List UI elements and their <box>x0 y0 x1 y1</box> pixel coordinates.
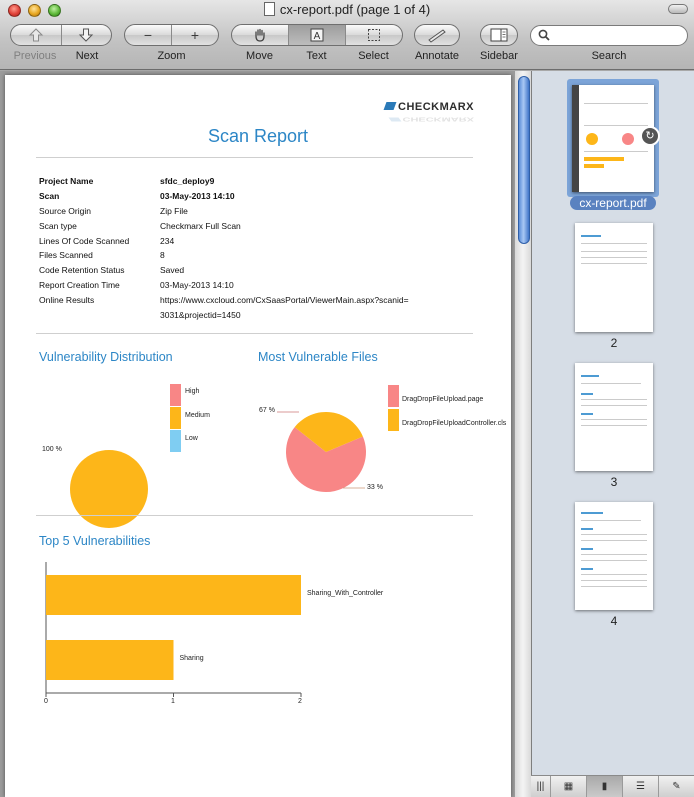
annotate-button[interactable] <box>414 24 460 46</box>
tool-mode-control: A <box>231 24 403 46</box>
page-thumbnail-4[interactable] <box>575 502 653 610</box>
pdf-page: CHECKMARX CHECKMARX Scan Report Project … <box>5 75 511 797</box>
move-label: Move <box>246 50 273 62</box>
select-label: Select <box>358 50 389 62</box>
toolbar: cx-report.pdf (page 1 of 4) Previous Nex… <box>0 0 694 70</box>
thumb-label-4: 4 <box>610 614 618 628</box>
plus-icon: + <box>190 27 200 43</box>
annotate-button-face <box>415 25 459 45</box>
thumb-binding <box>572 85 579 192</box>
hand-icon <box>255 28 265 42</box>
bar <box>46 575 301 615</box>
page-thumbnail-2[interactable] <box>575 223 653 332</box>
marquee-select-icon <box>368 29 380 41</box>
window-title: cx-report.pdf (page 1 of 4) <box>0 2 694 17</box>
vertical-scrollbar[interactable] <box>514 71 531 797</box>
previous-button[interactable] <box>11 25 62 45</box>
thumbnail-sidebar: ↻ cx-report.pdf 2 3 4 <box>531 71 694 775</box>
pdf-document-icon <box>263 2 275 16</box>
document-view[interactable]: CHECKMARX CHECKMARX Scan Report Project … <box>0 71 531 797</box>
zoom-label: Zoom <box>157 50 186 62</box>
bar <box>46 640 174 680</box>
search-input[interactable] <box>530 25 688 46</box>
up-arrow-icon <box>28 28 43 42</box>
toc-button[interactable]: ☰ <box>623 776 659 797</box>
svg-text:A: A <box>314 31 321 42</box>
sidebar-label: Sidebar <box>480 50 518 62</box>
thumbnails-button[interactable]: ▮ <box>587 776 623 797</box>
page-thumbnail-3[interactable] <box>575 363 653 471</box>
rotate-icon[interactable]: ↻ <box>640 126 660 146</box>
text-label: Text <box>306 50 327 62</box>
annotate-label: Annotate <box>414 50 460 62</box>
sidebar-view-bar: ||| ▦ ▮ ☰ ✎ <box>531 775 694 797</box>
scrollbar-thumb[interactable] <box>518 76 530 244</box>
x-tick-label: 2 <box>298 698 302 705</box>
thumb-label-2: 2 <box>610 336 618 350</box>
thumb-label-3: 3 <box>610 475 618 489</box>
toolbar-toggle-button[interactable] <box>668 4 688 14</box>
sidebar-icon <box>490 28 508 42</box>
sidebar-toggle-button[interactable] <box>480 24 518 46</box>
top5-bar-chart <box>45 562 302 697</box>
list-icon: ☰ <box>636 781 645 792</box>
bar-label: Sharing_With_Controller <box>307 590 384 597</box>
bar-label: Sharing <box>179 655 204 662</box>
x-tick-label: 0 <box>44 698 48 705</box>
thumb-label-1: cx-report.pdf <box>570 196 656 210</box>
contact-sheet-button[interactable]: ▦ <box>551 776 587 797</box>
page-nav-control <box>10 24 112 46</box>
grid-icon: ▦ <box>563 781 574 792</box>
zoom-control: − + <box>124 24 219 46</box>
resize-handle-icon[interactable]: ||| <box>531 776 551 797</box>
text-cursor-icon: A <box>310 28 324 42</box>
search-label: Search <box>591 50 627 62</box>
thumbnail-icon: ▮ <box>601 781 608 792</box>
preview-window: cx-report.pdf (page 1 of 4) Previous Nex… <box>0 0 694 797</box>
search-icon <box>538 29 550 44</box>
annotations-button[interactable]: ✎ <box>659 776 694 797</box>
down-arrow-icon <box>79 28 94 42</box>
pen-icon: ✎ <box>672 781 681 792</box>
move-tool-button[interactable] <box>232 25 289 45</box>
next-button[interactable] <box>62 25 112 45</box>
pencil-icon <box>428 29 446 43</box>
x-tick-label: 1 <box>171 698 175 705</box>
previous-label: Previous <box>13 50 57 62</box>
text-tool-button[interactable]: A <box>289 25 346 45</box>
zoom-in-button[interactable]: + <box>172 25 218 45</box>
next-label: Next <box>75 50 99 62</box>
select-tool-button[interactable] <box>346 25 402 45</box>
minus-icon: − <box>143 27 153 43</box>
sidebar-button-face <box>481 25 517 45</box>
zoom-out-button[interactable]: − <box>125 25 172 45</box>
